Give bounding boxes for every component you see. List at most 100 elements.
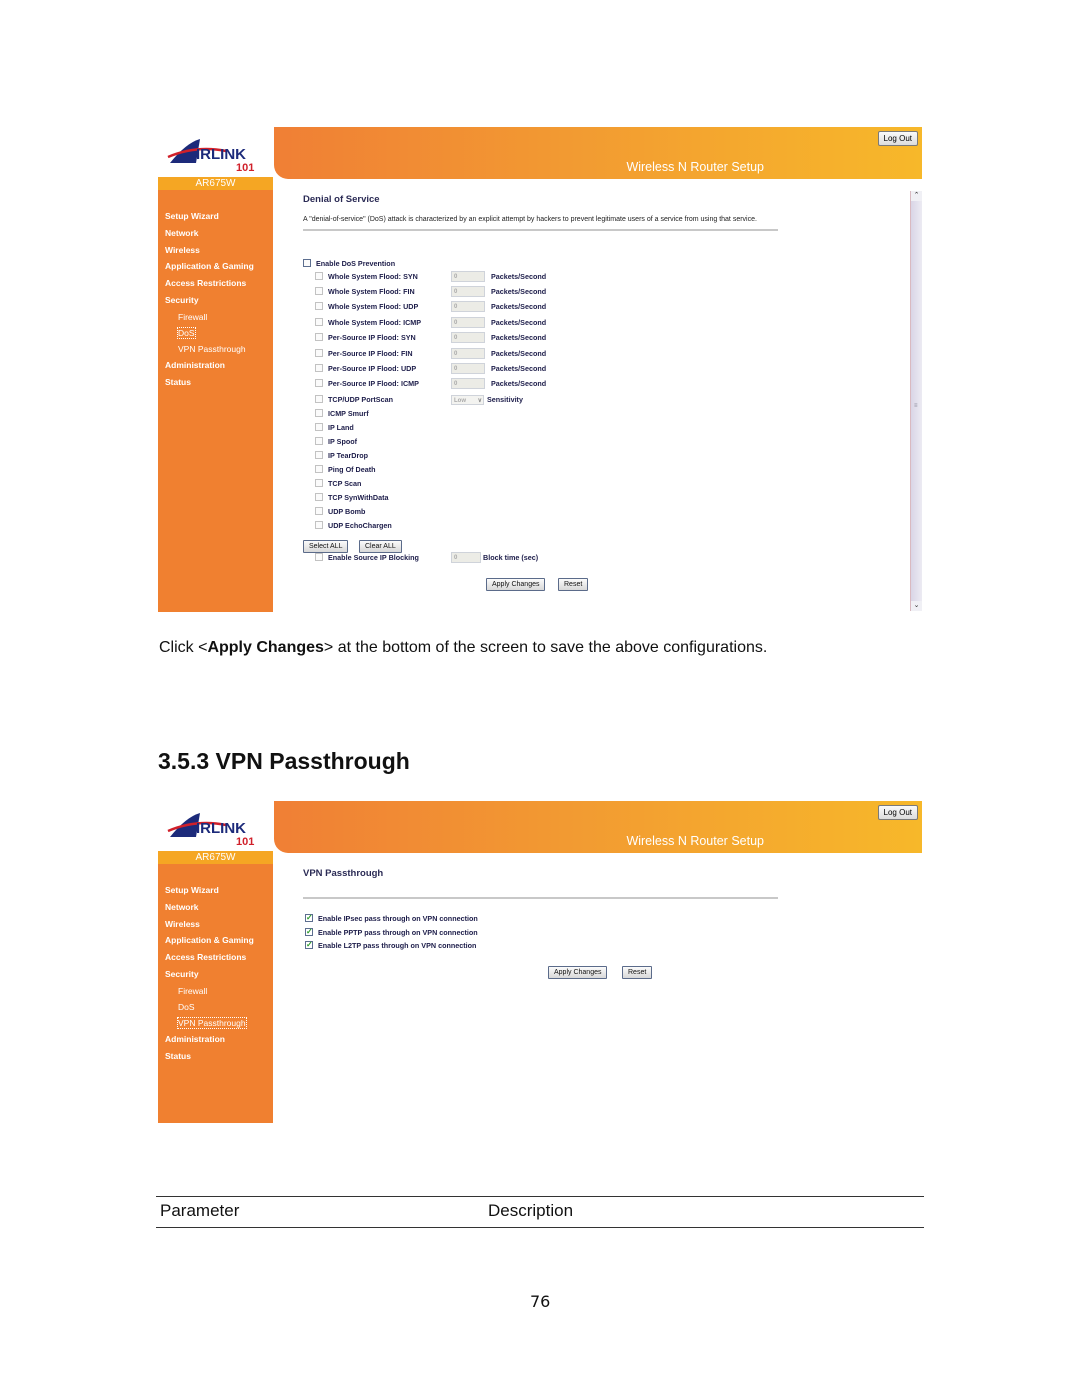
divider (303, 897, 778, 899)
rate-option-row: Per-Source IP Flood: FIN 0 Packets/Second (315, 347, 595, 361)
attack-option-checkbox[interactable] (315, 521, 323, 530)
rate-option-label: Whole System Flood: FIN (328, 286, 415, 296)
attack-option-checkbox[interactable] (315, 423, 323, 432)
rate-option-unit: Packets/Second (491, 286, 547, 296)
rate-option-input[interactable]: 0 (451, 332, 485, 344)
rate-option-input[interactable]: 0 (451, 378, 485, 390)
model-label: AR675W (158, 851, 273, 864)
vpn-option-checkbox[interactable] (305, 938, 313, 952)
nav-dos[interactable]: DoS (158, 325, 273, 341)
attack-option-label: IP Land (328, 423, 354, 433)
rate-option-label: Whole System Flood: ICMP (328, 317, 422, 327)
rate-option-row: Whole System Flood: FIN 0 Packets/Second (315, 285, 595, 299)
rate-option-row: Whole System Flood: SYN 0 Packets/Second (315, 270, 595, 284)
rate-option-row: Whole System Flood: ICMP 0 Packets/Second (315, 316, 595, 330)
portscan-checkbox[interactable] (315, 394, 323, 403)
apply-changes-button[interactable]: Apply Changes (486, 578, 546, 592)
rate-option-checkbox[interactable] (315, 302, 323, 311)
nav-status[interactable]: Status (158, 374, 273, 391)
attack-option-checkbox[interactable] (315, 465, 323, 474)
nav-network[interactable]: Network (158, 899, 273, 916)
nav-status[interactable]: Status (158, 1048, 273, 1065)
rate-option-checkbox[interactable] (315, 286, 323, 295)
attack-option-row: TCP Scan (315, 477, 361, 491)
reset-button[interactable]: Reset (558, 578, 589, 592)
sidebar-nav: Setup Wizard Network Wireless Applicatio… (158, 864, 273, 1123)
rate-option-input[interactable]: 0 (451, 347, 485, 359)
attack-option-checkbox[interactable] (315, 437, 323, 446)
rate-option-checkbox[interactable] (315, 317, 323, 326)
section-heading: 3.5.3 VPN Passthrough (158, 748, 410, 774)
nav-application-gaming[interactable]: Application & Gaming (158, 932, 273, 949)
rate-option-input[interactable]: 0 (451, 316, 485, 328)
rate-option-checkbox[interactable] (315, 379, 323, 388)
airlink-logo-icon: IRLINK 101 (167, 813, 254, 847)
attack-option-label: IP Spoof (328, 437, 358, 447)
attack-option-checkbox[interactable] (315, 507, 323, 516)
attack-option-checkbox[interactable] (315, 493, 323, 502)
rate-option-row: Whole System Flood: UDP 0 Packets/Second (315, 300, 595, 314)
block-time-input[interactable]: 0 (451, 552, 481, 564)
nav-security[interactable]: Security (158, 292, 273, 309)
nav-administration[interactable]: Administration (158, 357, 273, 374)
column-header-description: Description (488, 1201, 574, 1220)
nav-access-restrictions[interactable]: Access Restrictions (158, 275, 273, 292)
svg-text:101: 101 (236, 162, 254, 173)
left-column: IRLINK 101 AR675W Setup Wizard Network W… (158, 801, 273, 1123)
vertical-scrollbar[interactable]: ⌃ ≡ ⌄ (910, 191, 922, 611)
block-time-label: Block time (sec) (483, 553, 539, 563)
apply-changes-button[interactable]: Apply Changes (548, 966, 608, 979)
attack-option-label: Ping Of Death (328, 465, 376, 475)
nav-setup-wizard[interactable]: Setup Wizard (158, 882, 273, 899)
nav-vpn-passthrough[interactable]: VPN Passthrough (158, 341, 273, 357)
vpn-form: Enable IPsec pass through on VPN connect… (303, 911, 703, 982)
nav-vpn-passthrough[interactable]: VPN Passthrough (158, 1015, 273, 1031)
attack-option-checkbox[interactable] (315, 479, 323, 488)
scroll-down-arrow-icon[interactable]: ⌄ (911, 601, 922, 611)
source-ip-blocking-row: Enable Source IP Blocking 0 Block time (se… (315, 551, 595, 565)
nav-dos-label: DoS (178, 1001, 195, 1012)
scroll-grip-icon[interactable]: ≡ (914, 403, 918, 409)
dos-content: Denial of Service A "denial-of-service" … (303, 189, 783, 231)
source-ip-blocking-checkbox[interactable] (315, 553, 323, 562)
attack-option-row: IP Spoof (315, 435, 357, 449)
header-title: Wireless N Router Setup (626, 160, 764, 174)
logout-button[interactable]: Log Out (877, 805, 918, 820)
attack-option-checkbox[interactable] (315, 451, 323, 460)
nav-wireless[interactable]: Wireless (158, 916, 273, 933)
nav-wireless[interactable]: Wireless (158, 242, 273, 259)
nav-security[interactable]: Security (158, 966, 273, 983)
nav-application-gaming[interactable]: Application & Gaming (158, 258, 273, 275)
enable-dos-checkbox[interactable] (303, 259, 311, 268)
attack-option-row: IP Land (315, 421, 354, 435)
attack-option-label: UDP EchoChargen (328, 521, 392, 531)
rate-option-input[interactable]: 0 (451, 301, 485, 313)
nav-administration[interactable]: Administration (158, 1031, 273, 1048)
attack-option-checkbox[interactable] (315, 409, 323, 418)
vpn-option-row: Enable L2TP pass through on VPN connecti… (305, 938, 476, 953)
instruction-caption: Click <Apply Changes> at the bottom of t… (159, 639, 767, 657)
rate-option-checkbox[interactable] (315, 333, 323, 342)
nav-setup-wizard[interactable]: Setup Wizard (158, 208, 273, 225)
rate-option-checkbox[interactable] (315, 348, 323, 357)
rate-option-checkbox[interactable] (315, 363, 323, 372)
logout-button[interactable]: Log Out (877, 131, 918, 146)
sensitivity-select[interactable]: Low (451, 394, 484, 406)
nav-firewall[interactable]: Firewall (158, 309, 273, 325)
vpn-content: VPN Passthrough (303, 863, 783, 899)
scroll-up-arrow-icon[interactable]: ⌃ (911, 191, 922, 201)
nav-network[interactable]: Network (158, 225, 273, 242)
nav-dos[interactable]: DoS (158, 999, 273, 1015)
model-label: AR675W (158, 177, 273, 190)
rate-option-input[interactable]: 0 (451, 285, 485, 297)
reset-button[interactable]: Reset (622, 966, 653, 979)
vpn-option-checkbox[interactable] (305, 911, 313, 925)
nav-firewall[interactable]: Firewall (158, 983, 273, 999)
page-title: VPN Passthrough (303, 868, 384, 879)
rate-option-input[interactable]: 0 (451, 362, 485, 374)
rate-option-checkbox[interactable] (315, 271, 323, 280)
attack-option-row: ICMP Smurf (315, 407, 369, 421)
nav-access-restrictions[interactable]: Access Restrictions (158, 949, 273, 966)
rate-option-input[interactable]: 0 (451, 270, 485, 282)
vpn-option-checkbox[interactable] (305, 925, 313, 939)
